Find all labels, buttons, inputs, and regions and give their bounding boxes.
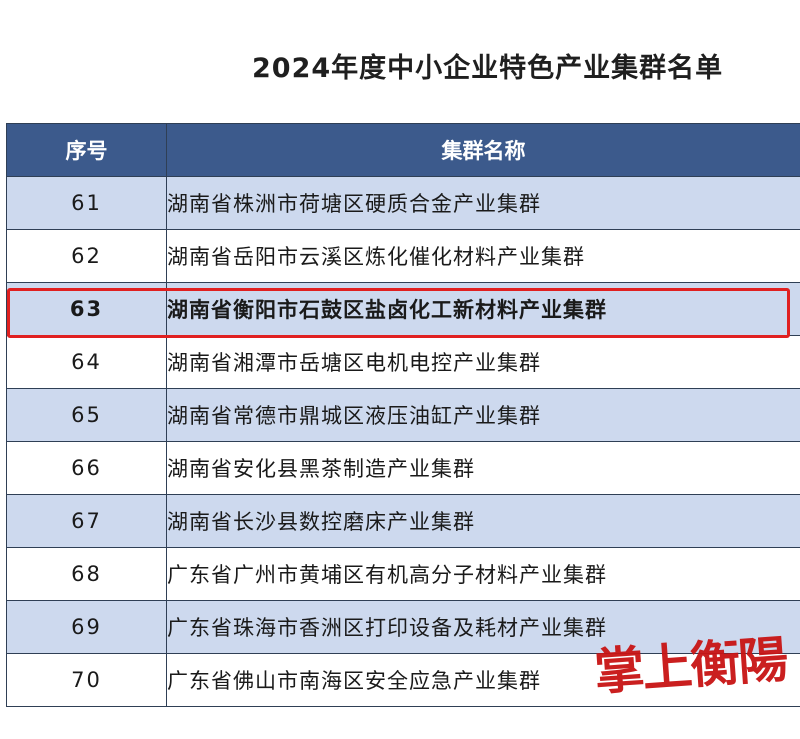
header-serial-number: 序号 [6, 123, 167, 177]
table-row: 61 湖南省株洲市荷塘区硬质合金产业集群 [6, 176, 800, 230]
row-number: 67 [6, 494, 167, 548]
row-cluster-name: 湖南省安化县黑茶制造产业集群 [166, 441, 800, 495]
row-number: 64 [6, 335, 167, 389]
row-cluster-name: 湖南省岳阳市云溪区炼化催化材料产业集群 [166, 229, 800, 283]
table-row: 62 湖南省岳阳市云溪区炼化催化材料产业集群 [6, 229, 800, 283]
table-row-highlighted: 63 湖南省衡阳市石鼓区盐卤化工新材料产业集群 [6, 282, 800, 336]
row-cluster-name: 湖南省衡阳市石鼓区盐卤化工新材料产业集群 [166, 282, 800, 336]
table-row: 65 湖南省常德市鼎城区液压油缸产业集群 [6, 388, 800, 442]
row-number: 68 [6, 547, 167, 601]
row-number: 62 [6, 229, 167, 283]
table-header-row: 序号 集群名称 [6, 123, 800, 177]
row-cluster-name: 湖南省株洲市荷塘区硬质合金产业集群 [166, 176, 800, 230]
row-number: 66 [6, 441, 167, 495]
table-row: 68 广东省广州市黄埔区有机高分子材料产业集群 [6, 547, 800, 601]
header-cluster-name: 集群名称 [166, 123, 800, 177]
watermark-logo: 掌上衡陽 [592, 629, 789, 702]
row-number: 65 [6, 388, 167, 442]
row-cluster-name: 湖南省常德市鼎城区液压油缸产业集群 [166, 388, 800, 442]
page-title: 2024年度中小企业特色产业集群名单 [252, 53, 724, 84]
row-cluster-name: 湖南省长沙县数控磨床产业集群 [166, 494, 800, 548]
row-number: 61 [6, 176, 167, 230]
row-number: 69 [6, 600, 167, 654]
cluster-table: 序号 集群名称 61 湖南省株洲市荷塘区硬质合金产业集群 62 湖南省岳阳市云溪… [6, 123, 800, 707]
table-row: 66 湖南省安化县黑茶制造产业集群 [6, 441, 800, 495]
table-row: 67 湖南省长沙县数控磨床产业集群 [6, 494, 800, 548]
row-number: 70 [6, 653, 167, 707]
row-cluster-name: 湖南省湘潭市岳塘区电机电控产业集群 [166, 335, 800, 389]
page: 2024年度中小企业特色产业集群名单 序号 集群名称 61 湖南省株洲市荷塘区硬… [0, 0, 800, 739]
row-cluster-name: 广东省广州市黄埔区有机高分子材料产业集群 [166, 547, 800, 601]
table-row: 64 湖南省湘潭市岳塘区电机电控产业集群 [6, 335, 800, 389]
row-number: 63 [6, 282, 167, 336]
